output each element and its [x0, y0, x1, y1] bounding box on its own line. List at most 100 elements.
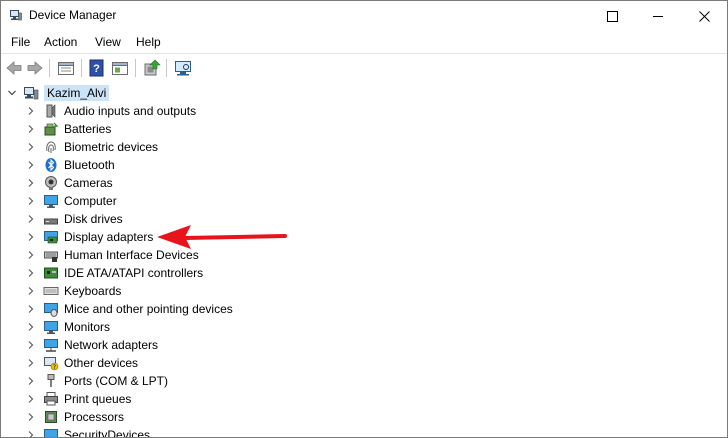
tree-item-label: IDE ATA/ATAPI controllers [64, 266, 204, 280]
chevron-right-icon[interactable] [26, 358, 36, 368]
chevron-right-icon[interactable] [26, 340, 36, 350]
window-title: Device Manager [29, 8, 117, 22]
device-manager-window: Device Manager File Action View Help ? K… [0, 0, 728, 438]
tree-item-label: Display adapters [64, 230, 154, 244]
properties-icon [58, 62, 74, 75]
tree-item-batteries[interactable]: Batteries [1, 120, 601, 138]
tree-item-hid[interactable]: Human Interface Devices [1, 246, 601, 264]
forward-icon [27, 61, 43, 75]
maximize-button[interactable] [589, 1, 635, 31]
tree-item-biometric[interactable]: Biometric devices [1, 138, 601, 156]
properties-button[interactable] [56, 58, 76, 78]
tree-item-ide[interactable]: IDE ATA/ATAPI controllers [1, 264, 601, 282]
chevron-right-icon[interactable] [26, 160, 36, 170]
tree-item-processors[interactable]: Processors [1, 408, 601, 426]
tree-item-disk-drives[interactable]: Disk drives [1, 210, 601, 228]
chevron-right-icon[interactable] [26, 124, 36, 134]
chevron-right-icon[interactable] [26, 304, 36, 314]
tree-item-other[interactable]: ? Other devices [1, 354, 601, 372]
device-manager-app-icon [10, 10, 22, 21]
svg-text:?: ? [53, 364, 56, 371]
tree-item-label: Audio inputs and outputs [64, 104, 197, 118]
chevron-right-icon[interactable] [26, 286, 36, 296]
tree-item-label: Batteries [64, 122, 112, 136]
menu-file[interactable]: File [9, 34, 32, 50]
tree-item-keyboards[interactable]: Keyboards [1, 282, 601, 300]
tree-item-monitors[interactable]: Monitors [1, 318, 601, 336]
port-icon [47, 374, 55, 387]
monitor-icon [44, 195, 58, 208]
help-icon: ? [89, 59, 104, 77]
tree-item-cameras[interactable]: Cameras [1, 174, 601, 192]
tree-item-display-adapters[interactable]: Display adapters [1, 228, 601, 246]
help-button[interactable]: ? [87, 58, 107, 78]
tree-item-ports[interactable]: Ports (COM & LPT) [1, 372, 601, 390]
camera-icon [45, 176, 57, 190]
toolbar-separator [81, 59, 82, 77]
forward-button[interactable] [25, 58, 45, 78]
tree-item-label: SecurityDevices [64, 428, 151, 438]
chevron-right-icon[interactable] [26, 232, 36, 242]
chevron-right-icon[interactable] [26, 394, 36, 404]
security-icon [44, 429, 58, 437]
maximize-icon [607, 11, 618, 22]
tree-item-label: Network adapters [64, 338, 159, 352]
chevron-right-icon[interactable] [26, 322, 36, 332]
tree-item-label: Disk drives [64, 212, 123, 226]
minimize-icon [653, 16, 663, 17]
close-icon [699, 11, 710, 22]
chevron-right-icon[interactable] [26, 250, 36, 260]
chevron-right-icon[interactable] [26, 214, 36, 224]
tree-item-label: Computer [64, 194, 117, 208]
keyboard-icon [43, 287, 59, 295]
chevron-right-icon[interactable] [26, 376, 36, 386]
monitor-icon [44, 321, 58, 334]
close-button[interactable] [681, 1, 727, 31]
toolbar: ? [1, 53, 727, 83]
back-button[interactable] [4, 58, 24, 78]
toolbar-separator [135, 59, 136, 77]
svg-text:?: ? [93, 63, 100, 75]
chevron-right-icon[interactable] [26, 142, 36, 152]
chevron-right-icon[interactable] [26, 196, 36, 206]
disk-icon [44, 218, 58, 225]
chevron-right-icon[interactable] [26, 178, 36, 188]
annotation-arrow [157, 225, 287, 249]
tree-item-computer[interactable]: Computer [1, 192, 601, 210]
chevron-right-icon[interactable] [26, 268, 36, 278]
tree-root-node[interactable]: Kazim_Alvi [1, 84, 601, 102]
printer-icon [44, 392, 58, 406]
tree-item-label: Processors [64, 410, 125, 424]
computer-icon [24, 87, 39, 100]
toolbar-separator [166, 59, 167, 77]
show-hidden-button[interactable] [110, 58, 130, 78]
ide-icon [44, 267, 58, 279]
tree-item-label: Mice and other pointing devices [64, 302, 233, 316]
chevron-right-icon[interactable] [26, 412, 36, 422]
title-bar[interactable]: Device Manager [1, 1, 727, 31]
other-devices-icon: ? [44, 357, 59, 371]
chevron-right-icon[interactable] [26, 430, 36, 438]
menu-help[interactable]: Help [134, 34, 163, 50]
tree-item-label: Cameras [64, 176, 113, 190]
tree-item-mice[interactable]: Mice and other pointing devices [1, 300, 601, 318]
chevron-right-icon[interactable] [26, 106, 36, 116]
bluetooth-icon [45, 158, 57, 172]
tree-item-print-queues[interactable]: Print queues [1, 390, 601, 408]
menu-view[interactable]: View [93, 34, 123, 50]
tree-item-security[interactable]: SecurityDevices [1, 426, 601, 438]
scan-hardware-button[interactable] [173, 58, 193, 78]
show-hidden-icon [112, 62, 128, 75]
update-driver-button[interactable] [142, 58, 162, 78]
mouse-icon [44, 303, 58, 317]
tree-item-label: Ports (COM & LPT) [64, 374, 169, 388]
chevron-down-icon[interactable] [7, 88, 17, 98]
minimize-button[interactable] [635, 1, 681, 31]
tree-item-audio[interactable]: Audio inputs and outputs [1, 102, 601, 120]
tree-item-network[interactable]: Network adapters [1, 336, 601, 354]
speaker-icon [46, 104, 56, 118]
tree-item-bluetooth[interactable]: Bluetooth [1, 156, 601, 174]
menu-action[interactable]: Action [42, 34, 79, 50]
menu-bar: File Action View Help [1, 31, 727, 53]
tree-item-label: Bluetooth [64, 158, 115, 172]
